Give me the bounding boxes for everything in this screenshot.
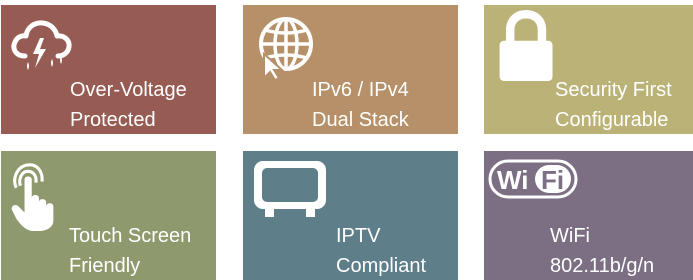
wifi-logo-icon: Wi Fi — [488, 159, 578, 199]
svg-text:Wi: Wi — [497, 165, 529, 195]
feature-tile-ipv6: IPv6 / IPv4 Dual Stack — [243, 5, 458, 134]
tile-title: Touch Screen — [69, 225, 192, 247]
feature-tile-over-voltage: Over-Voltage Protected — [1, 5, 216, 134]
tile-subtitle: 802.11b/g/n — [550, 255, 655, 277]
storm-cloud-icon — [11, 20, 72, 70]
tile-subtitle: Compliant — [336, 255, 427, 277]
globe-cursor-icon — [259, 17, 313, 80]
tile-subtitle: Protected — [70, 109, 156, 131]
feature-tile-security: Security First Configurable — [484, 5, 693, 134]
feature-tile-iptv: IPTV Compliant — [243, 151, 458, 280]
svg-text:Fi: Fi — [541, 165, 564, 195]
feature-tile-touch-screen: Touch Screen Friendly — [1, 151, 216, 280]
tile-title: IPTV — [336, 225, 381, 247]
tile-title: Security First — [555, 79, 672, 101]
tile-subtitle: Friendly — [69, 255, 141, 277]
tv-icon — [254, 161, 326, 217]
padlock-icon — [499, 10, 553, 81]
tile-title: IPv6 / IPv4 — [312, 79, 409, 101]
tile-title: Over-Voltage — [70, 79, 187, 101]
tile-subtitle: Configurable — [555, 109, 669, 131]
tile-title: WiFi — [550, 225, 590, 247]
tile-subtitle: Dual Stack — [312, 109, 409, 131]
feature-tile-wifi: Wi Fi WiFi 802.11b/g/n — [484, 151, 693, 280]
